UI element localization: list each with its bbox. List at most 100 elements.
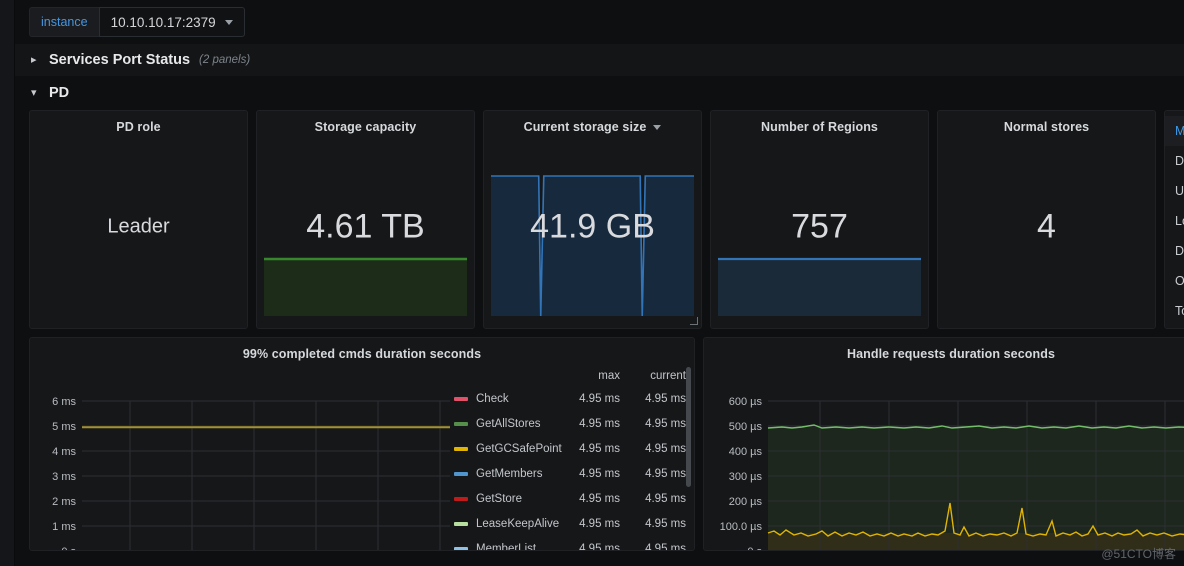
panel-body: Leader [30,134,247,320]
panel-resize-handle[interactable] [690,317,699,326]
table-row: LowSp [1175,214,1184,228]
legend-current: 4.95 ms [645,492,686,505]
svg-text:3 ms: 3 ms [52,471,76,483]
legend-series-name: GetStore [476,492,523,505]
legend-max: 4.95 ms [579,442,620,455]
legend-scrollbar[interactable] [686,367,691,487]
sparkline-storage-capacity [264,256,467,316]
table-row: Discon [1175,154,1184,168]
panel-body: 4.61 TB [257,134,474,320]
legend-max: 4.95 ms [579,492,620,505]
legend-max: 4.95 ms [579,542,620,551]
panel-title: Current storage size [523,120,647,134]
table-row: Down [1175,244,1184,258]
instance-variable-label: instance [29,7,99,37]
panel-title: Number of Regions [761,120,878,134]
legend-current: 4.95 ms [645,517,686,530]
legend-current: 4.95 ms [645,417,686,430]
panel-storage-capacity[interactable]: Storage capacity 4.61 TB [256,110,475,329]
series-color-swatch [454,421,468,426]
legend-max: 4.95 ms [579,467,620,480]
series-color-swatch [454,396,468,401]
watermark: @51CTO博客 [1101,547,1176,561]
legend-col-current: current [650,369,686,382]
legend-series-name: MemberList [476,542,537,551]
instance-variable-value: 10.10.10.17:2379 [110,14,216,30]
legend-item-memberlist[interactable]: MemberList 4.95 ms 4.95 ms [450,536,694,551]
chart-plot-area[interactable]: 600 µs 500 µs 400 µs 300 µs 200 µs 100.0… [704,361,1184,551]
legend-current: 4.95 ms [645,392,686,405]
legend-item-getallstores[interactable]: GetAllStores 4.95 ms 4.95 ms [450,411,694,436]
legend-series-name: GetMembers [476,467,543,480]
legend-item-leasekeepalive[interactable]: LeaseKeepAlive 4.95 ms 4.95 ms [450,511,694,536]
table-row: Offline [1175,274,1184,288]
grafana-dashboard: instance 10.10.10.17:2379 ▸ Services Por… [0,0,1184,566]
series-color-swatch [454,471,468,476]
svg-text:1 ms: 1 ms [52,521,76,533]
legend-max: 4.95 ms [579,392,620,405]
instance-variable[interactable]: instance 10.10.10.17:2379 [29,7,245,37]
stat-panel-row: PD role Leader Storage capacity 4.61 TB [15,110,1184,329]
side-rail [0,0,15,566]
panel-title: Handle requests duration seconds [846,347,1056,361]
legend-current: 4.95 ms [645,442,686,455]
dashboard-row-pd[interactable]: ▾ PD [15,76,1184,110]
row-panel-count: (2 panels) [199,54,251,66]
panel-normal-stores[interactable]: Normal stores 4 [937,110,1156,329]
chevron-down-icon: ▾ [31,86,37,99]
legend-item-getmembers[interactable]: GetMembers 4.95 ms 4.95 ms [450,461,694,486]
panel-title: Normal stores [1003,120,1090,134]
legend-item-check[interactable]: Check 4.95 ms 4.95 ms [450,386,694,411]
chart-plot-area[interactable]: 6 ms 5 ms 4 ms 3 ms 2 ms 1 ms 0 s [30,361,450,551]
panel-handle-requests-duration[interactable]: Handle requests duration seconds 600 µs … [703,337,1184,551]
panel-pd-role[interactable]: PD role Leader [29,110,248,329]
chevron-down-icon [224,19,233,25]
legend-series-name: LeaseKeepAlive [476,517,560,530]
instance-variable-select[interactable]: 10.10.10.17:2379 [98,7,245,37]
svg-text:2 ms: 2 ms [52,496,76,508]
chevron-down-icon[interactable] [653,124,662,130]
svg-text:0 s: 0 s [747,546,762,551]
chevron-right-icon: ▸ [31,53,37,66]
stat-value: 757 [791,207,848,246]
svg-text:0 s: 0 s [61,546,76,551]
table-rows: Metric Discon Unhea LowSp Down Offline T… [1165,111,1184,326]
chart-legend[interactable]: max current Check 4.95 ms 4.95 ms GetAll… [450,361,694,551]
dashboard-row-services-port-status[interactable]: ▸ Services Port Status (2 panels) [15,44,1184,76]
template-variable-bar: instance 10.10.10.17:2379 [15,0,1184,44]
panel-body: 4 [938,134,1155,320]
table-header-metric: Metric [1165,116,1184,146]
panel-header: Current storage size [484,111,701,134]
panel-title: 99% completed cmds duration seconds [242,347,482,361]
legend-header: max current [450,365,694,386]
panel-title: Storage capacity [314,120,417,134]
series-color-swatch [454,496,468,501]
svg-text:500 µs: 500 µs [729,421,763,433]
row-title: Services Port Status [49,52,191,68]
series-color-swatch [454,546,468,550]
panel-body: 600 µs 500 µs 400 µs 300 µs 200 µs 100.0… [704,361,1184,551]
svg-text:100.0 µs: 100.0 µs [720,521,763,533]
panel-number-of-regions[interactable]: Number of Regions 757 [710,110,929,329]
panel-body: 6 ms 5 ms 4 ms 3 ms 2 ms 1 ms 0 s [30,361,694,551]
graph-panel-row: 99% completed cmds duration seconds 6 ms… [15,329,1184,551]
svg-text:6 ms: 6 ms [52,396,76,408]
legend-series-name: Check [476,392,509,405]
svg-text:400 µs: 400 µs [729,446,763,458]
series-color-swatch [454,521,468,526]
panel-store-status-table[interactable]: Metric Discon Unhea LowSp Down Offline T… [1164,110,1184,329]
legend-item-getstore[interactable]: GetStore 4.95 ms 4.95 ms [450,486,694,511]
panel-current-storage-size[interactable]: Current storage size 41.9 GB [483,110,702,329]
svg-text:300 µs: 300 µs [729,471,763,483]
series-color-swatch [454,446,468,451]
legend-item-getgcsafepoint[interactable]: GetGCSafePoint 4.95 ms 4.95 ms [450,436,694,461]
table-row: Unhea [1175,184,1184,198]
svg-text:4 ms: 4 ms [52,446,76,458]
panel-completed-cmds-duration[interactable]: 99% completed cmds duration seconds 6 ms… [29,337,695,551]
table-row: Tomb [1175,304,1184,318]
stat-value: 4 [1037,207,1056,246]
stat-value: 4.61 TB [306,207,425,246]
stat-value: 41.9 GB [530,207,655,246]
legend-max: 4.95 ms [579,517,620,530]
svg-text:5 ms: 5 ms [52,421,76,433]
